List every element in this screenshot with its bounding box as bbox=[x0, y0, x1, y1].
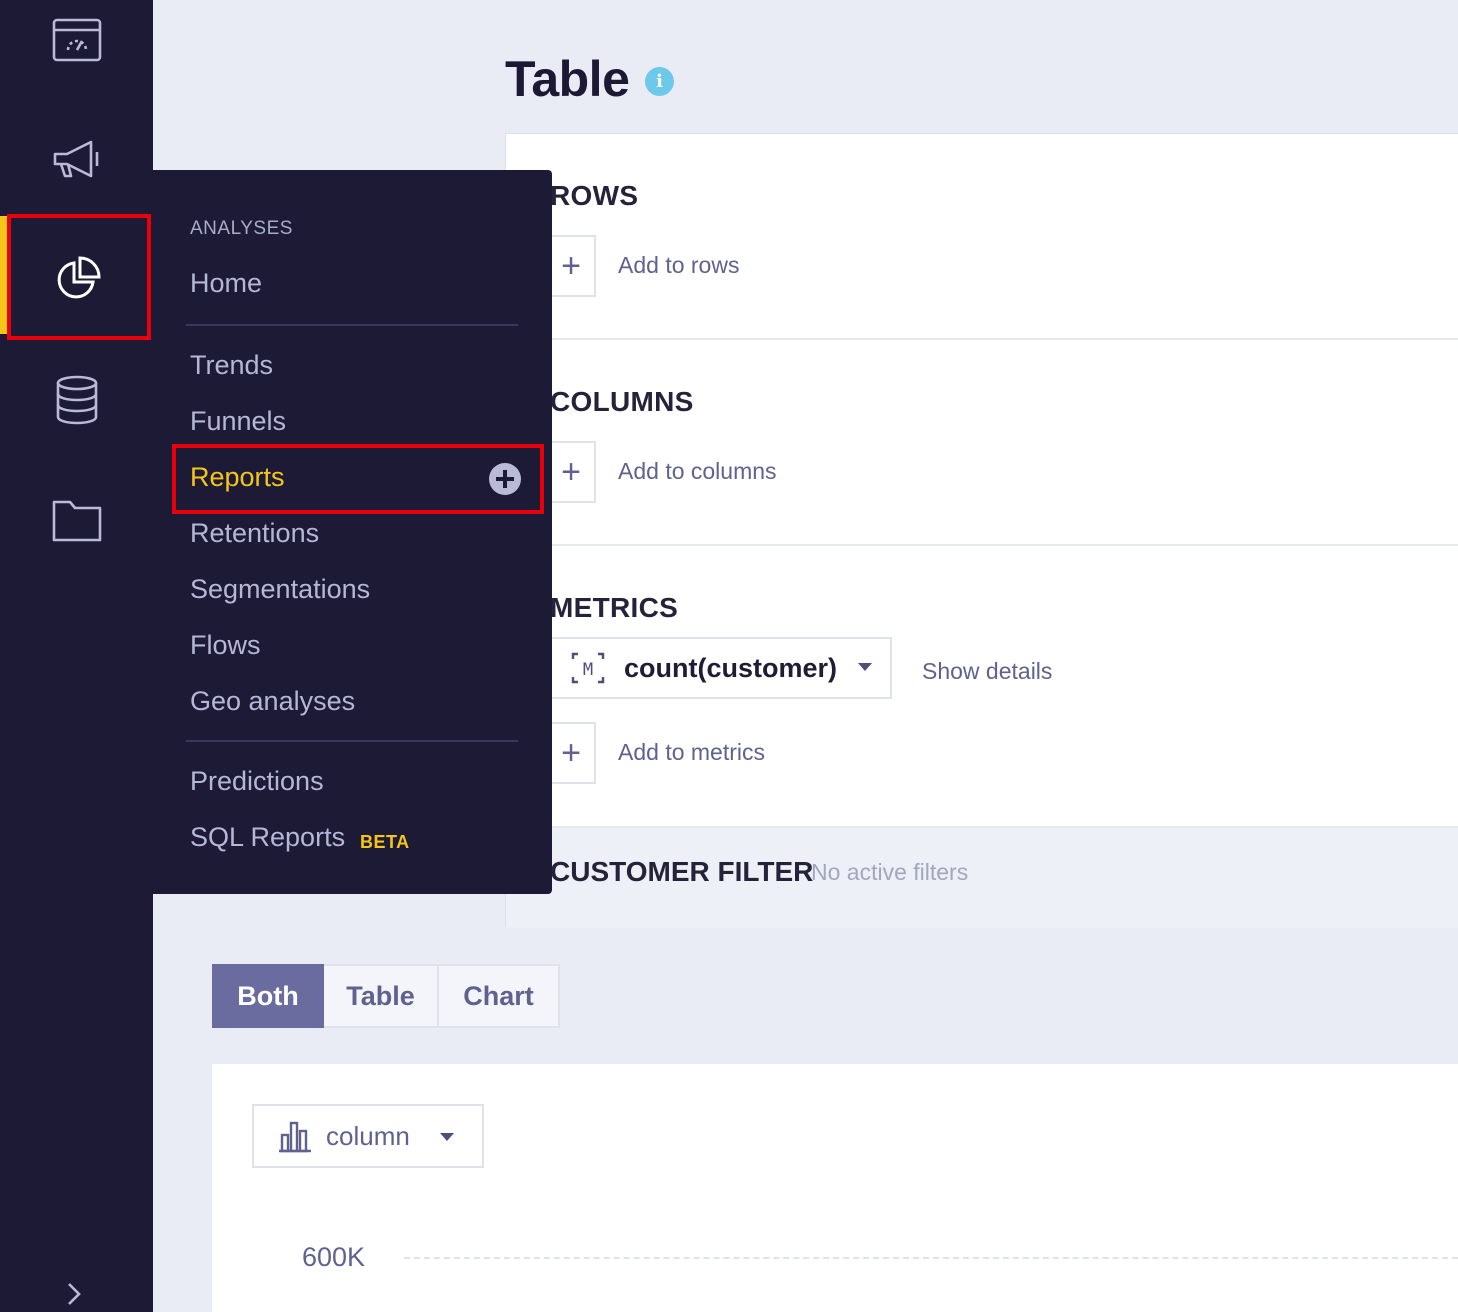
rail-item-campaigns[interactable] bbox=[0, 100, 153, 220]
menu-item-trends[interactable]: Trends bbox=[190, 350, 273, 381]
metric-value: count(customer) bbox=[624, 652, 838, 683]
view-toggle: Both Table Chart bbox=[212, 964, 560, 1028]
menu-item-sql-reports[interactable]: SQL Reports bbox=[190, 822, 345, 853]
chart-area: column 600K bbox=[212, 1064, 1458, 1312]
metric-dropdown[interactable]: M count(customer) bbox=[546, 637, 892, 699]
filter-status: No active filters bbox=[811, 859, 969, 885]
chart-type-label: column bbox=[326, 1120, 410, 1151]
rail-item-analyses[interactable] bbox=[0, 220, 153, 340]
rows-title: ROWS bbox=[550, 180, 639, 211]
flyout-header: ANALYSES bbox=[190, 218, 293, 239]
menu-item-home[interactable]: Home bbox=[190, 268, 262, 299]
column-chart-icon bbox=[279, 1121, 311, 1153]
add-to-columns-link[interactable]: Add to columns bbox=[618, 458, 777, 485]
metrics-title: METRICS bbox=[550, 592, 679, 623]
menu-item-predictions[interactable]: Predictions bbox=[190, 766, 324, 797]
chevron-right-icon bbox=[68, 1283, 81, 1305]
folder-icon bbox=[52, 500, 101, 542]
menu-item-retentions[interactable]: Retentions bbox=[190, 518, 319, 549]
add-to-rows-button[interactable]: + bbox=[546, 235, 596, 297]
grid-line bbox=[404, 1257, 1458, 1259]
customer-filter-title: CUSTOMER FILTER bbox=[550, 856, 814, 887]
chevron-down-icon bbox=[440, 1133, 454, 1141]
customer-filter-section[interactable]: CUSTOMER FILTER No active filters bbox=[506, 828, 1458, 928]
y-axis-tick: 600K bbox=[302, 1242, 366, 1272]
report-builder-panel: ROWS + Add to rows COLUMNS + Add to colu… bbox=[505, 133, 1458, 928]
add-to-metrics-link[interactable]: Add to metrics bbox=[618, 739, 765, 766]
chart-type-dropdown[interactable]: column bbox=[252, 1104, 484, 1168]
add-to-rows-link[interactable]: Add to rows bbox=[618, 252, 739, 279]
menu-item-flows[interactable]: Flows bbox=[190, 630, 261, 661]
metric-icon: M bbox=[571, 652, 605, 684]
analyses-flyout-menu: ANALYSES Home Trends Funnels Reports Ret… bbox=[153, 170, 552, 894]
megaphone-icon bbox=[53, 140, 98, 178]
toggle-table[interactable]: Table bbox=[324, 964, 439, 1028]
menu-item-reports[interactable]: Reports bbox=[190, 462, 285, 493]
page-title: Table bbox=[505, 51, 630, 107]
divider bbox=[186, 324, 518, 326]
add-report-icon[interactable] bbox=[489, 463, 521, 495]
rows-section: ROWS + Add to rows bbox=[506, 134, 1458, 340]
columns-section: COLUMNS + Add to columns bbox=[506, 340, 1458, 546]
rail-item-dashboard[interactable] bbox=[0, 0, 153, 100]
icon-rail bbox=[0, 0, 153, 1312]
divider bbox=[186, 740, 518, 742]
menu-item-geo-analyses[interactable]: Geo analyses bbox=[190, 686, 355, 717]
dashboard-icon bbox=[52, 18, 101, 62]
toggle-chart[interactable]: Chart bbox=[439, 964, 560, 1028]
add-to-columns-button[interactable]: + bbox=[546, 441, 596, 503]
database-icon bbox=[56, 375, 97, 425]
chevron-down-icon bbox=[858, 663, 872, 671]
menu-item-funnels[interactable]: Funnels bbox=[190, 406, 286, 437]
metrics-section: METRICS M count(customer) Show details +… bbox=[506, 546, 1458, 828]
menu-item-segmentations[interactable]: Segmentations bbox=[190, 574, 370, 605]
svg-text:M: M bbox=[583, 660, 593, 680]
add-to-metrics-button[interactable]: + bbox=[546, 722, 596, 784]
rail-item-assets[interactable] bbox=[0, 460, 153, 580]
columns-title: COLUMNS bbox=[550, 386, 694, 417]
expand-sidebar-button[interactable] bbox=[56, 1276, 92, 1312]
beta-badge: BETA bbox=[360, 832, 410, 852]
info-icon[interactable]: i bbox=[645, 67, 674, 96]
toggle-both[interactable]: Both bbox=[212, 964, 324, 1028]
pie-chart-icon bbox=[57, 256, 101, 299]
rail-item-data[interactable] bbox=[0, 340, 153, 460]
show-details-link[interactable]: Show details bbox=[922, 658, 1052, 685]
